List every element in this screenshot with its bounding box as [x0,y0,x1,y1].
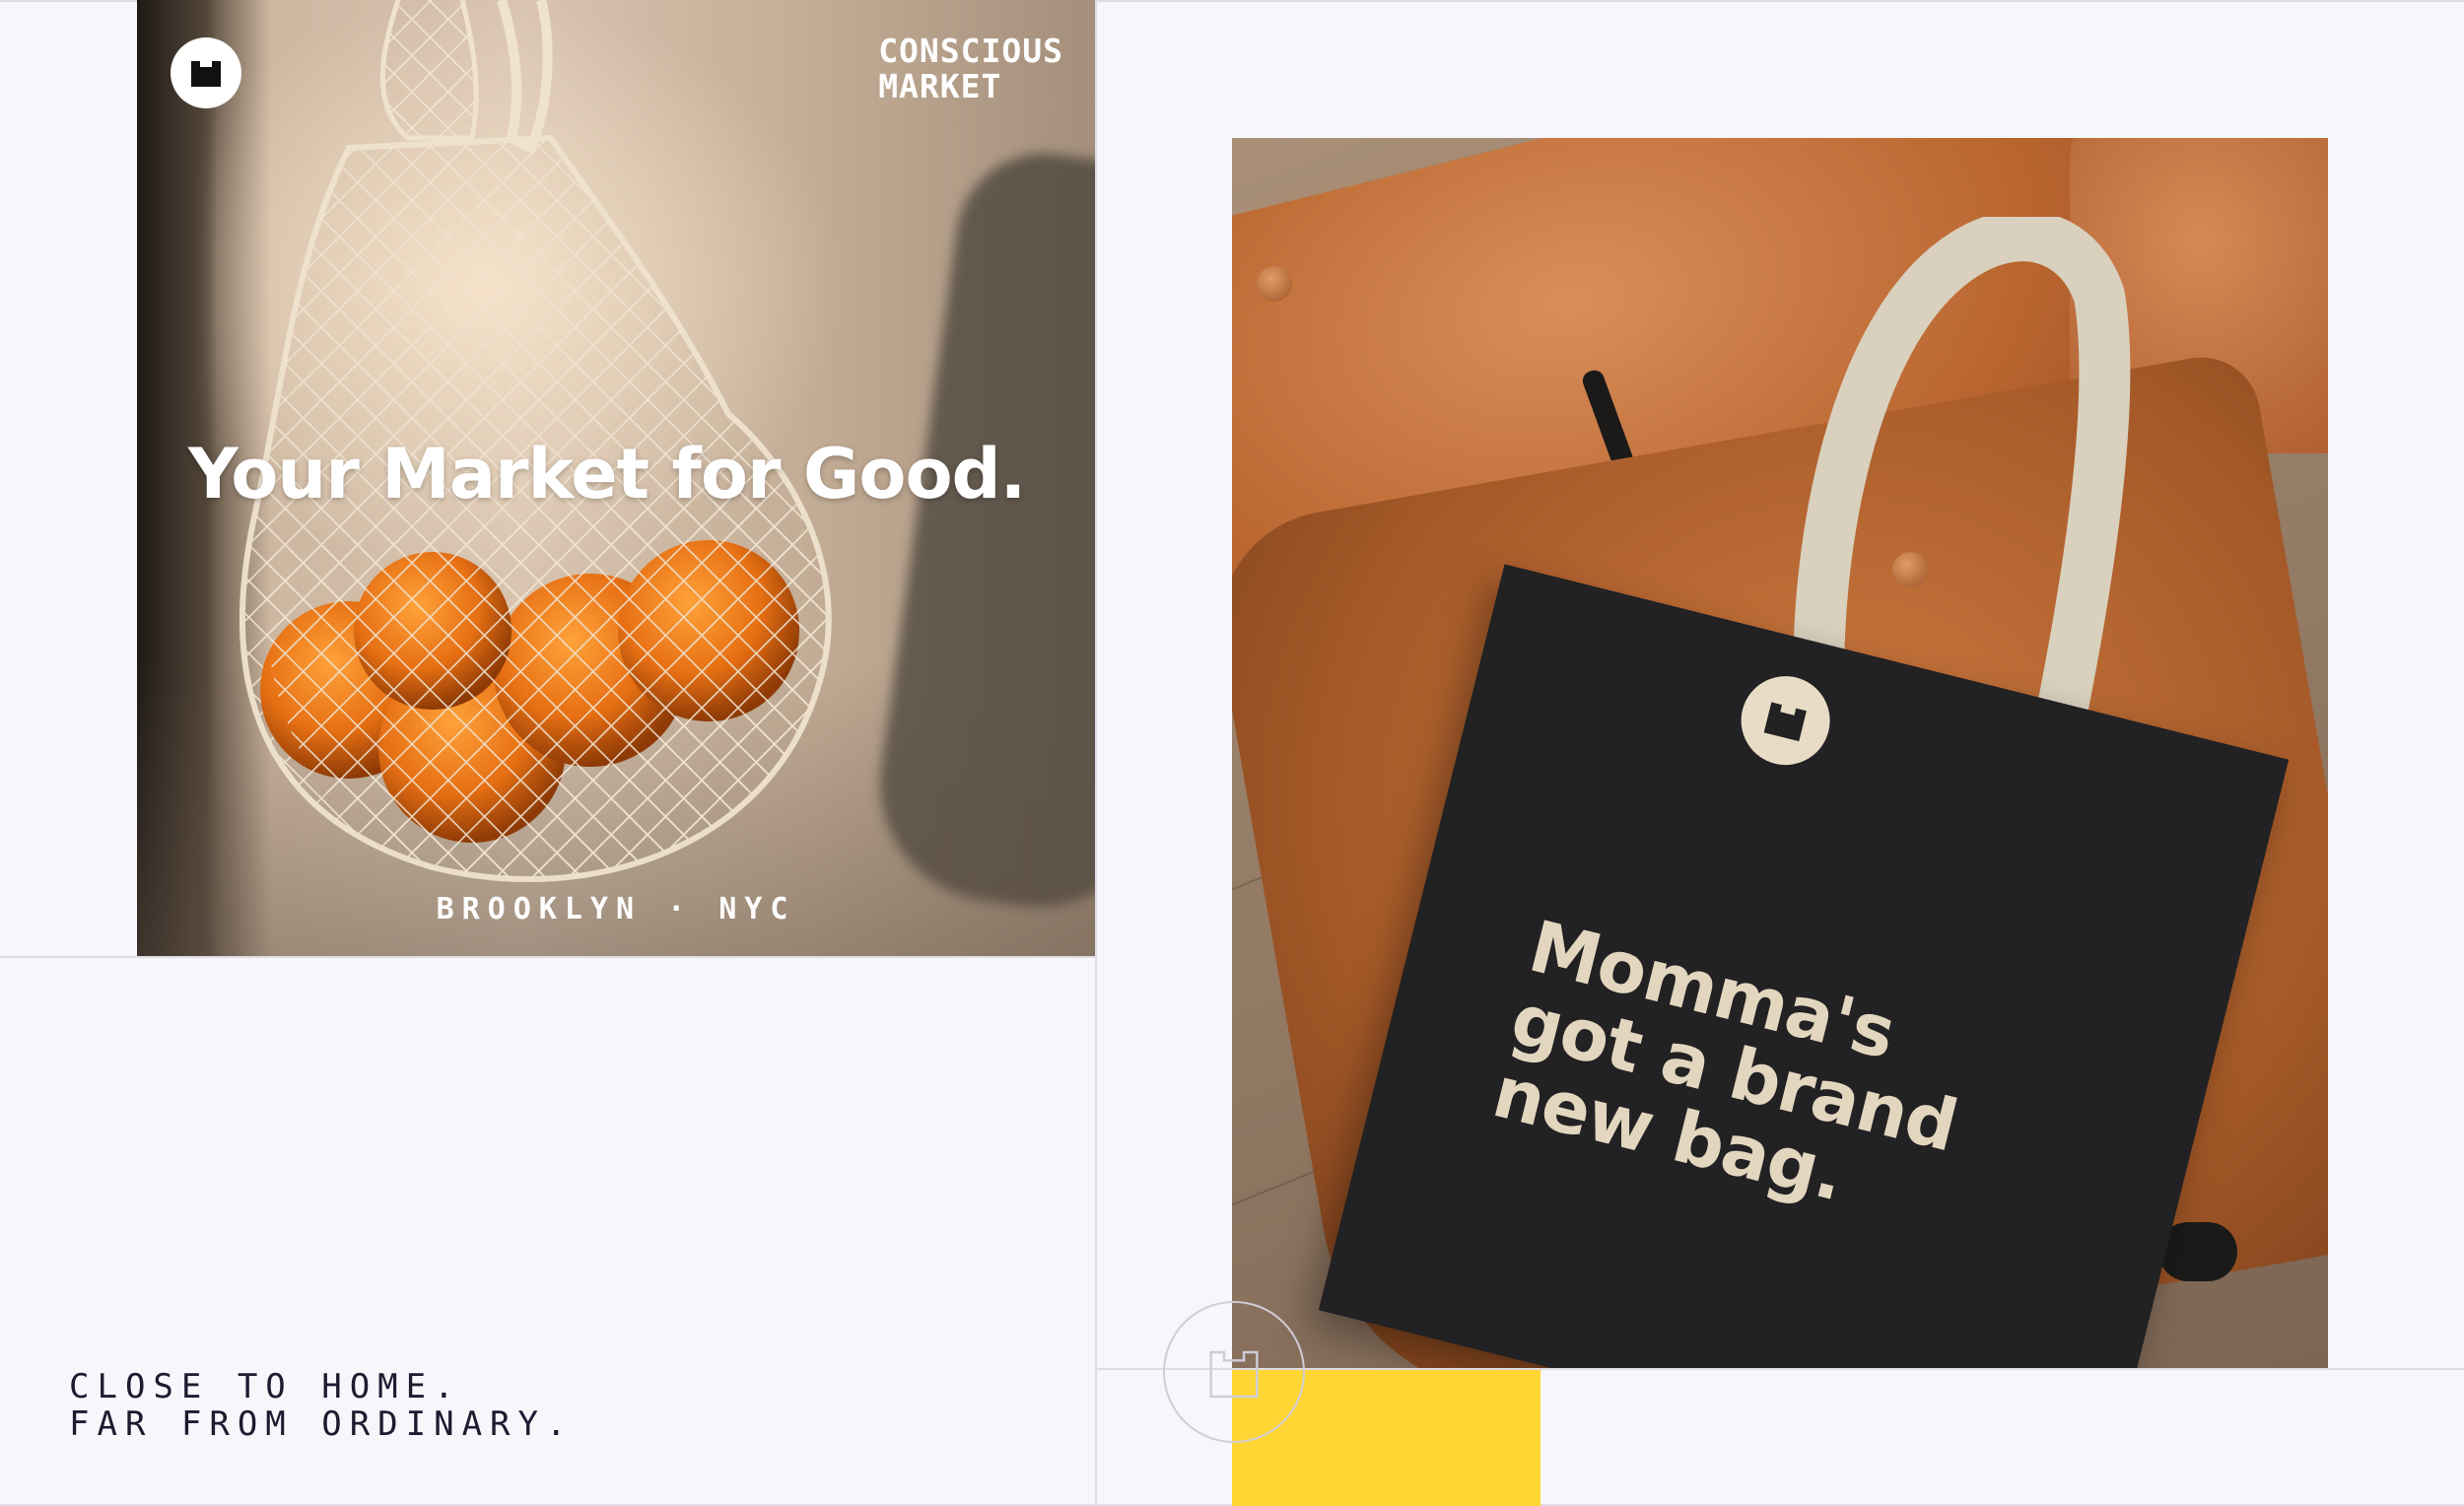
brand-board: CONSCIOUS MARKET Your Market for Good. B… [0,0,2464,1506]
market-bag-icon [1209,1350,1259,1399]
brand-tagline: CLOSE TO HOME. FAR FROM ORDINARY. [69,1368,574,1443]
market-bag-icon [191,61,221,87]
grid-line-middle [0,956,1096,958]
brand-logo-badge [171,37,241,108]
tote-logo-badge [1732,666,1840,775]
chair-tuft-button [1257,266,1292,302]
poster-headline: Your Market for Good. [188,434,1026,514]
poster-card: CONSCIOUS MARKET Your Market for Good. B… [137,0,1095,956]
poster-location: BROOKLYN · NYC [436,892,796,926]
brand-wordmark-line2: MARKET [878,67,1002,105]
tagline-line1: CLOSE TO HOME. [69,1367,462,1406]
brand-wordmark: CONSCIOUS MARKET [878,34,1063,104]
brand-wordmark-line1: CONSCIOUS [878,32,1063,70]
tagline-line2: FAR FROM ORDINARY. [69,1404,575,1444]
logo-outline-mark [1163,1301,1305,1443]
tote-slogan: Momma's got a brand new bag. [1485,905,1982,1237]
tote-photo: Momma's got a brand new bag. [1232,138,2328,1368]
market-bag-icon [1763,702,1807,742]
grid-line-center [1095,0,1097,1506]
